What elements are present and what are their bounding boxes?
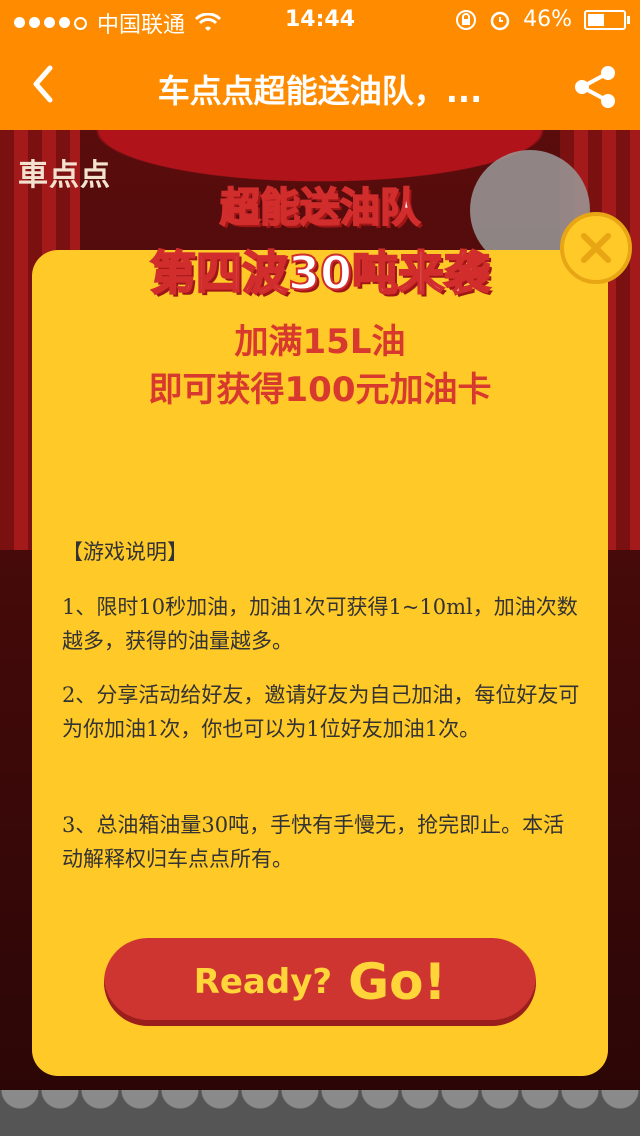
rules-title: 【游戏说明】 (62, 540, 188, 564)
close-icon (581, 233, 611, 263)
bottom-decoration (0, 1090, 640, 1136)
rotation-lock-icon (456, 9, 477, 30)
modal-headline: 超能送油队 第四波30吨来袭 (108, 175, 532, 303)
go-label: Go! (348, 953, 447, 1011)
close-button[interactable] (560, 212, 632, 284)
battery-icon (584, 9, 630, 30)
page-title: 车点点超能送油队，... (157, 72, 483, 110)
rule-3: 3、总油箱油量30吨，手快有手慢无，抢完即止。本活动解释权归车点点所有。 (62, 813, 565, 871)
status-right: 46% (455, 7, 630, 32)
rule-1: 1、限时10秒加油，加油1次可获得1~10ml，加油次数越多，获得的油量越多。 (62, 595, 578, 653)
rule-2: 2、分享活动给好友，邀请好友为自己加油，每位好友可为你加油1次，你也可以为1位好… (62, 683, 580, 741)
ready-go-button[interactable]: Ready? Go! (104, 938, 536, 1026)
brand-logo: 車点点 (18, 158, 111, 193)
status-bar: 中国联通 14:44 46% (0, 0, 640, 40)
ready-label: Ready? (193, 962, 333, 1002)
prize-line2: 即可获得100元加油卡 (148, 370, 492, 410)
prize-text: 加满15L油 即可获得100元加油卡 (0, 318, 640, 414)
prize-line1: 加满15L油 (234, 322, 406, 362)
headline-line2: 第四波30吨来袭 (149, 245, 491, 301)
alarm-icon (490, 11, 510, 30)
back-arrow-icon[interactable] (24, 64, 64, 104)
nav-bar: 车点点超能送油队，... (0, 40, 640, 130)
battery-percent: 46% (523, 7, 572, 32)
share-icon[interactable] (572, 64, 618, 110)
headline-line1: 超能送油队 (219, 184, 421, 232)
